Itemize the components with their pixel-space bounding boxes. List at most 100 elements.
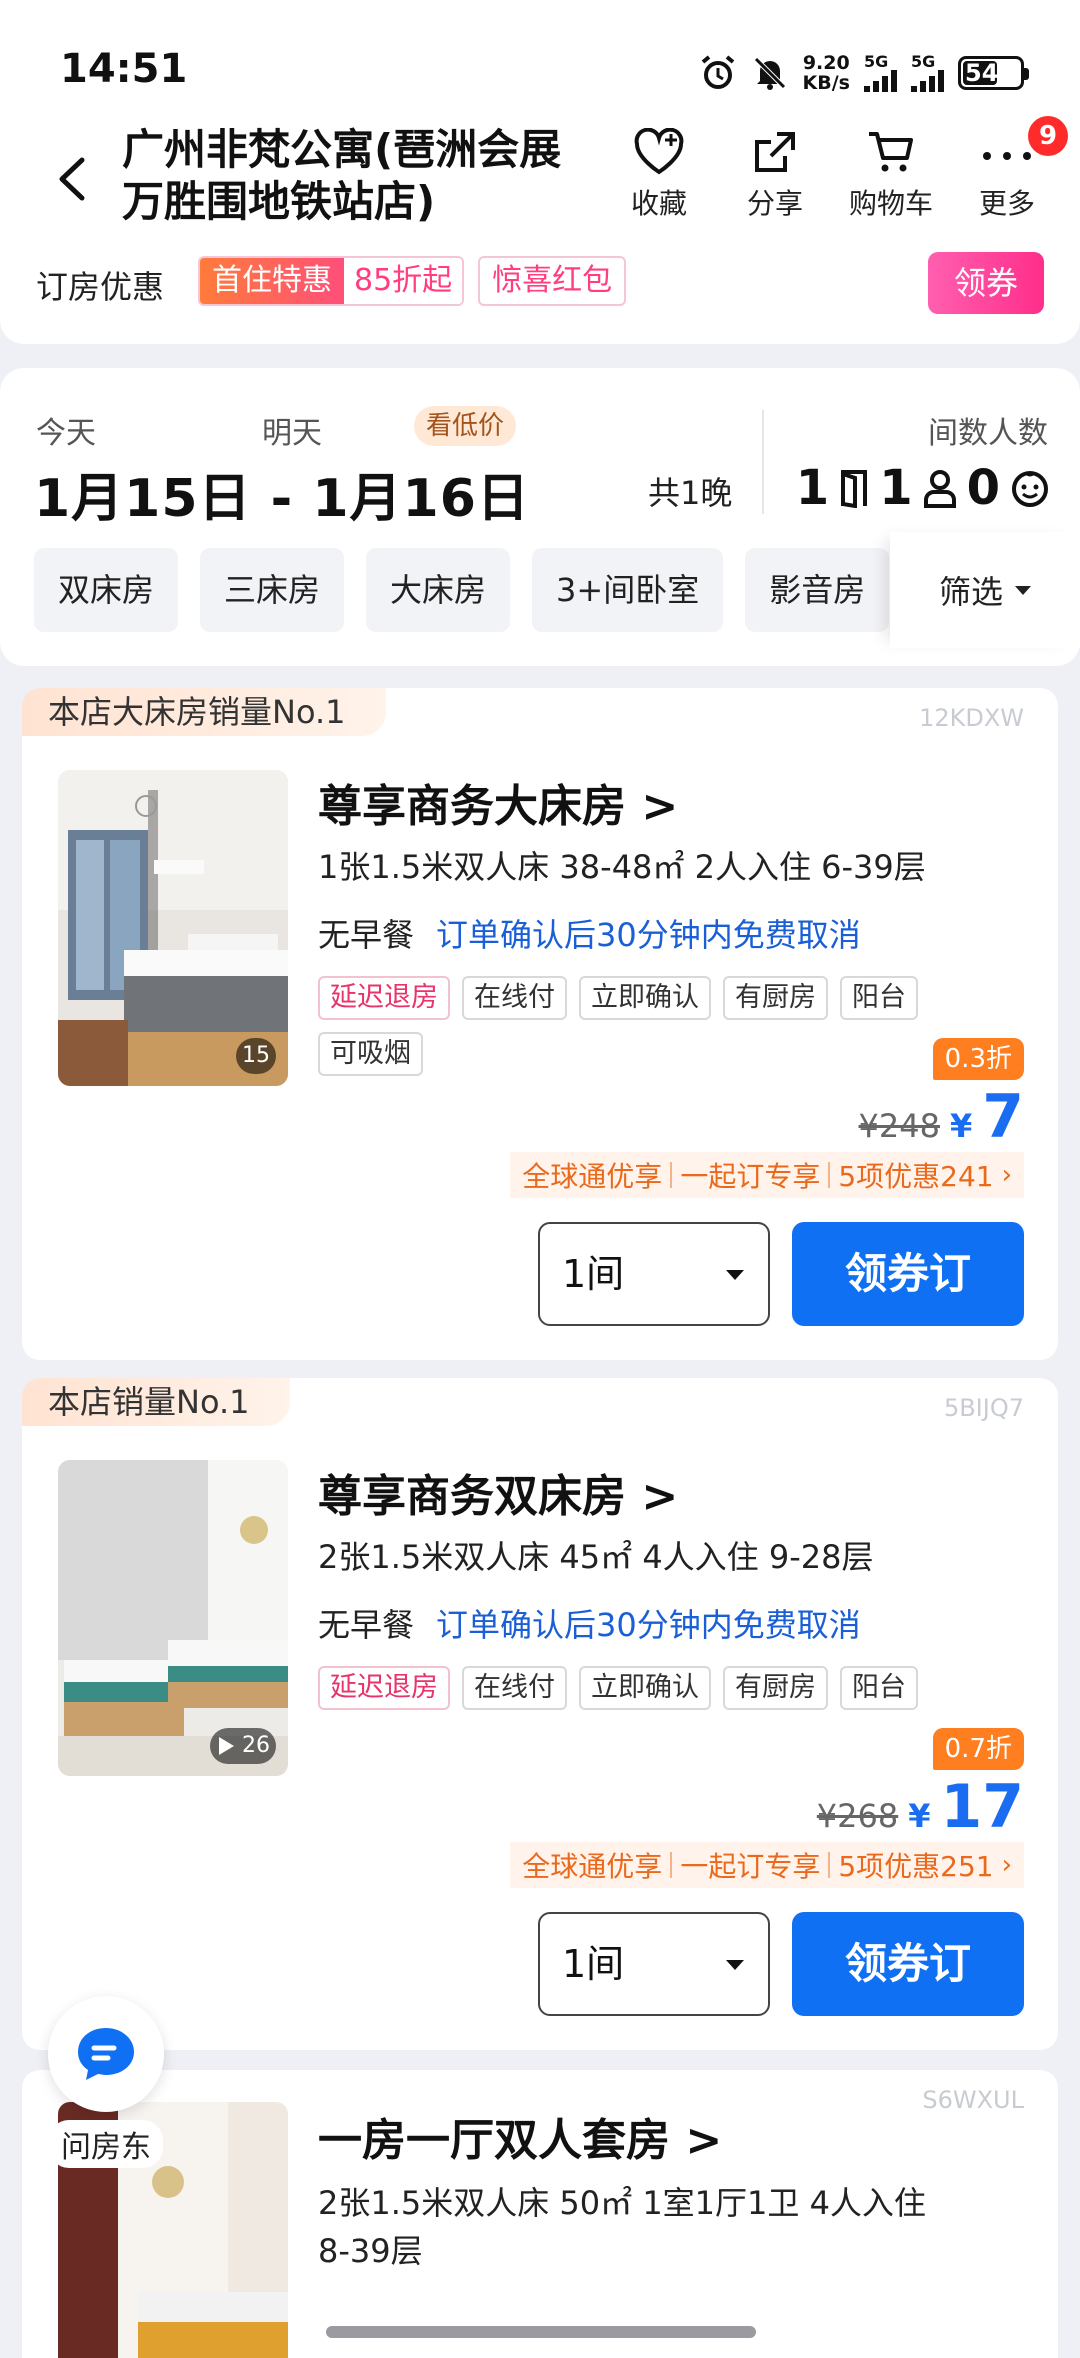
home-indicator[interactable] bbox=[326, 2326, 756, 2338]
promo-row[interactable]: 全球通优享 一起订专享 5项优惠241 › bbox=[510, 1152, 1024, 1198]
favorite-label: 收藏 bbox=[630, 187, 687, 220]
cart-button[interactable]: 购物车 bbox=[836, 128, 946, 222]
discount-label: 订房优惠 bbox=[36, 268, 165, 306]
book-with-coupon-button[interactable]: 领券订 bbox=[792, 1222, 1024, 1326]
photo-count: 15 bbox=[236, 1038, 276, 1074]
discount-badge: 0.7折 bbox=[932, 1728, 1024, 1770]
room-code: 5BIJQ7 bbox=[943, 1394, 1024, 1422]
first-stay-label: 首住特惠 bbox=[200, 258, 344, 304]
net-speed-unit: KB/s bbox=[802, 72, 850, 94]
tag-kitchen: 有厨房 bbox=[723, 1666, 828, 1710]
tag-online-pay: 在线付 bbox=[462, 976, 567, 1020]
room-qty-select[interactable]: 1间 bbox=[538, 1222, 770, 1326]
room-code: S6WXUL bbox=[922, 2086, 1024, 2114]
hotel-header: 广州非梵公寓(琶洲会展万胜围地铁站店) 收藏 分享 购物车 更多 bbox=[0, 120, 1080, 240]
room-name[interactable]: 尊享商务大床房 > bbox=[318, 770, 678, 834]
tag-kitchen: 有厨房 bbox=[723, 976, 828, 1020]
surprise-redpacket-tag[interactable]: 惊喜红包 bbox=[478, 256, 627, 306]
alarm-icon bbox=[701, 55, 734, 89]
date-selector-card: 今天 明天 看低价 1月15日 - 1月16日 共1晚 间数人数 1 1 0 双… bbox=[0, 368, 1080, 666]
date-range[interactable]: 1月15日 - 1月16日 bbox=[34, 456, 530, 531]
promo-total: 5项优惠251 bbox=[838, 1850, 994, 1883]
low-price-tag[interactable]: 看低价 bbox=[414, 406, 517, 446]
room-spec-floors: 8-39层 bbox=[318, 2232, 423, 2270]
promo-together: 一起订专享 bbox=[680, 1160, 821, 1193]
promo-row[interactable]: 全球通优享 一起订专享 5项优惠251 › bbox=[510, 1842, 1024, 1888]
room-qty-value: 1间 bbox=[562, 1942, 625, 1986]
filter-chip-king[interactable]: 大床房 bbox=[366, 548, 511, 632]
filter-chip-theater[interactable]: 影音房 bbox=[745, 548, 890, 632]
back-arrow-icon[interactable] bbox=[52, 154, 92, 204]
divider bbox=[762, 410, 764, 514]
first-stay-tag[interactable]: 首住特惠 85折起 bbox=[198, 256, 465, 306]
dropdown-arrow-icon bbox=[726, 1960, 744, 1970]
battery-level: 54 bbox=[965, 59, 999, 87]
promo-global: 全球通优享 bbox=[522, 1160, 663, 1193]
sim2-label: 5G bbox=[911, 52, 936, 71]
tag-late-checkout: 延迟退房 bbox=[318, 1666, 450, 1710]
room-spec: 1张1.5米双人床 38-48㎡ 2人入住 6-39层 bbox=[318, 848, 926, 886]
adult-icon bbox=[923, 470, 956, 508]
heart-icon bbox=[634, 128, 684, 175]
tag-balcony: 阳台 bbox=[840, 1666, 918, 1710]
room-code: 12KDXW bbox=[919, 704, 1024, 732]
photo-count-value: 15 bbox=[242, 1043, 270, 1068]
book-with-coupon-button[interactable]: 领券订 bbox=[792, 1912, 1024, 2016]
discount-rate-label: 85折起 bbox=[344, 258, 463, 304]
signal-bars-icon bbox=[911, 70, 944, 92]
ask-landlord-button[interactable]: 问房东 bbox=[46, 1996, 166, 2168]
video-count: 26 bbox=[210, 1728, 276, 1764]
discount-badge: 0.3折 bbox=[932, 1038, 1024, 1080]
room-qty-value: 1间 bbox=[562, 1252, 625, 1296]
room-card[interactable]: S6WXUL 一房一厅双人套房 > 2张1.5米双人床 50㎡ 1室1厅1卫 4… bbox=[22, 2070, 1058, 2358]
filter-button[interactable]: 筛选 bbox=[890, 532, 1080, 648]
room-photo[interactable]: 15 bbox=[58, 770, 288, 1086]
get-coupon-button[interactable]: 领券 bbox=[928, 252, 1044, 314]
room-tags: 延迟退房 在线付 立即确认 有厨房 阳台 bbox=[318, 1666, 1018, 1710]
price-row: ¥248 ¥ 7 bbox=[859, 1082, 1024, 1152]
room-card[interactable]: 本店大床房销量No.1 12KDXW 15 尊享商务大床房 > 1张1.5米双人… bbox=[22, 688, 1058, 1360]
favorite-button[interactable]: 收藏 bbox=[604, 128, 714, 222]
filter-chip-3plus-bedrooms[interactable]: 3+间卧室 bbox=[532, 548, 724, 632]
play-icon bbox=[219, 1737, 234, 1755]
more-label: 更多 bbox=[978, 187, 1035, 220]
filter-chip-twin[interactable]: 双床房 bbox=[34, 548, 179, 632]
nights-count: 共1晚 bbox=[648, 474, 733, 512]
room-name[interactable]: 尊享商务双床房 > bbox=[318, 1460, 678, 1524]
promo-together: 一起订专享 bbox=[680, 1850, 821, 1883]
current-price: 7 bbox=[982, 1082, 1024, 1152]
current-price: 17 bbox=[940, 1772, 1025, 1842]
door-icon bbox=[841, 470, 868, 508]
share-icon bbox=[755, 132, 795, 172]
room-tags: 延迟退房 在线付 立即确认 有厨房 阳台 可吸烟 bbox=[318, 976, 1018, 1076]
status-icons: 9.20 KB/s 5G 5G 54 bbox=[699, 48, 1029, 98]
room-qty-select[interactable]: 1间 bbox=[538, 1912, 770, 2016]
chevron-right-icon: › bbox=[1001, 1160, 1012, 1190]
battery-icon: 54 bbox=[958, 56, 1029, 90]
tag-smoking: 可吸烟 bbox=[318, 1032, 423, 1076]
tag-late-checkout: 延迟退房 bbox=[318, 976, 450, 1020]
rooms-people-label: 间数人数 bbox=[928, 416, 1048, 451]
rooms-people-selector[interactable]: 1 1 0 bbox=[796, 460, 1050, 516]
mute-icon bbox=[753, 57, 786, 90]
child-count: 0 bbox=[966, 460, 1000, 516]
room-spec: 2张1.5米双人床 50㎡ 1室1厅1卫 4人入住 bbox=[318, 2184, 926, 2222]
checkin-day-label: 今天 bbox=[36, 416, 96, 451]
discount-tags: 首住特惠 85折起 惊喜红包 bbox=[198, 256, 627, 306]
tag-instant-confirm: 立即确认 bbox=[579, 976, 711, 1020]
room-card[interactable]: 本店销量No.1 5BIJQ7 26 尊享商务双床房 > 2张1.5米双人床 4… bbox=[22, 1378, 1058, 2050]
clock: 14:51 bbox=[60, 46, 188, 92]
room-name[interactable]: 一房一厅双人套房 > bbox=[318, 2104, 722, 2168]
sim1-label: 5G bbox=[864, 52, 889, 71]
tag-instant-confirm: 立即确认 bbox=[579, 1666, 711, 1710]
share-button[interactable]: 分享 bbox=[720, 128, 830, 222]
filter-chip-triple[interactable]: 三床房 bbox=[200, 548, 345, 632]
original-price: ¥248 bbox=[858, 1107, 940, 1145]
cart-label: 购物车 bbox=[848, 187, 933, 220]
chat-bubble-icon bbox=[78, 2028, 134, 2080]
chevron-right-icon: › bbox=[1001, 1850, 1012, 1880]
video-count-value: 26 bbox=[242, 1733, 270, 1758]
room-photo[interactable]: 26 bbox=[58, 1460, 288, 1776]
meal-and-cancel: 无早餐 订单确认后30分钟内免费取消 bbox=[318, 910, 861, 956]
room-type-filters: 双床房 三床房 大床房 3+间卧室 影音房 bbox=[34, 548, 890, 632]
